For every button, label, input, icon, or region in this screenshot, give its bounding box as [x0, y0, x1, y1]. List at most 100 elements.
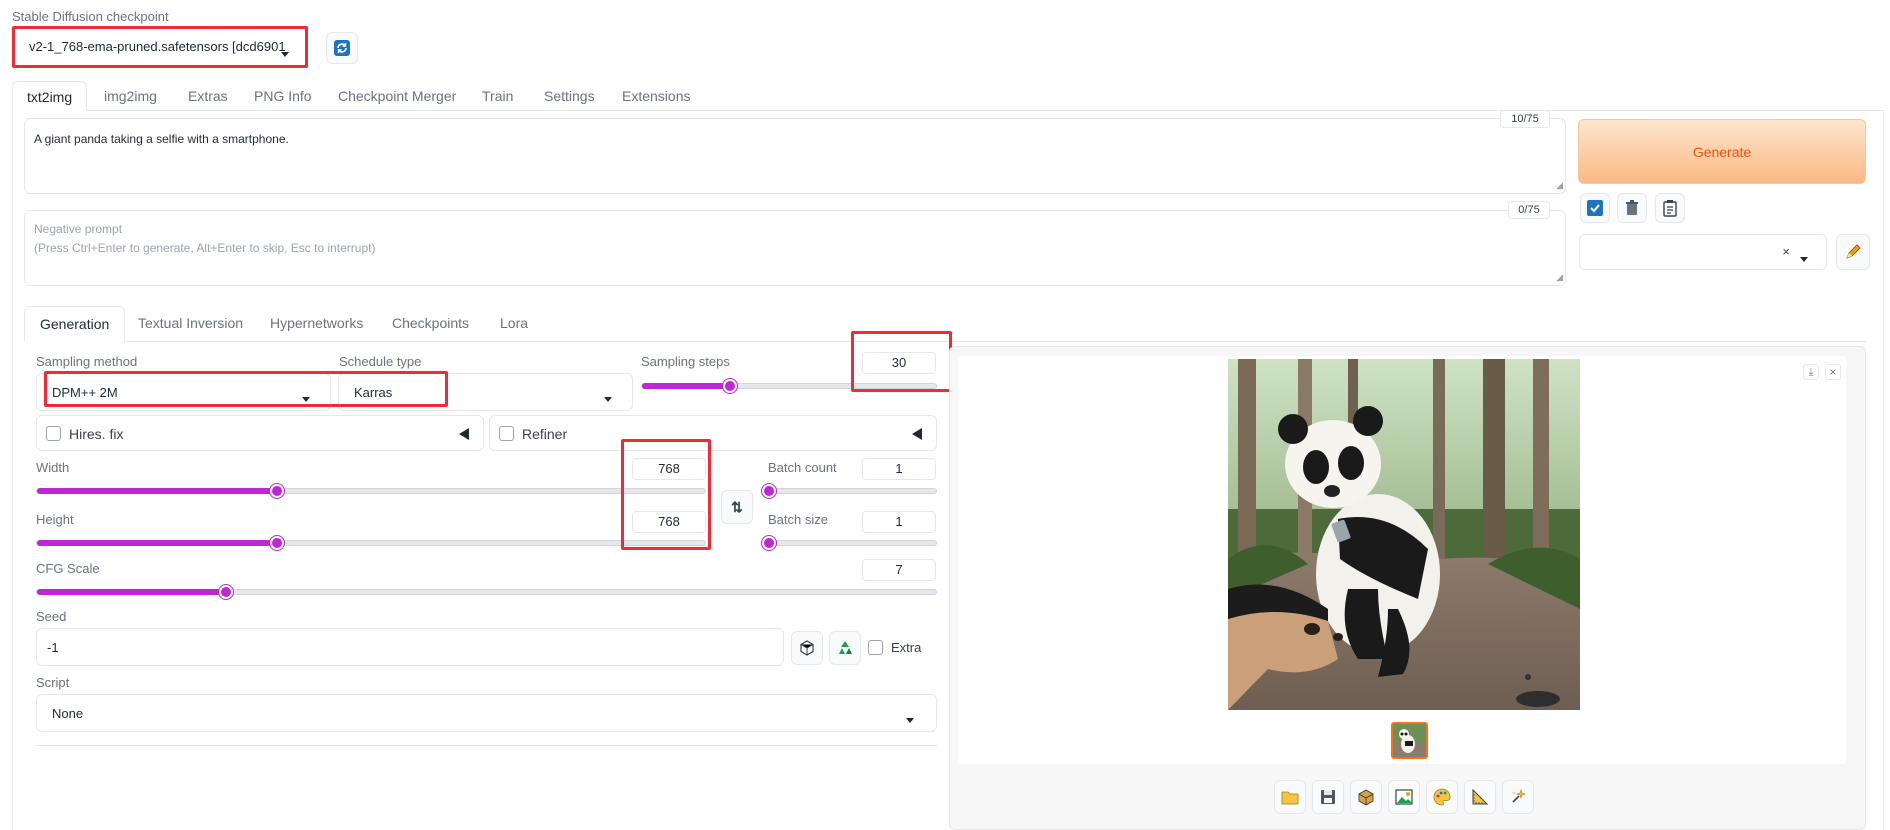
width-slider[interactable] [36, 484, 706, 498]
swap-dimensions-button[interactable]: ⇅ [721, 490, 753, 524]
generated-image[interactable] [1228, 359, 1580, 710]
tab-extensions[interactable]: Extensions [608, 81, 704, 111]
close-output-button[interactable]: × [1825, 364, 1841, 380]
download-button[interactable]: ⤓ [1803, 364, 1819, 380]
tab-train[interactable]: Train [468, 81, 527, 111]
open-folder-button[interactable] [1274, 780, 1306, 814]
checkpoint-dropdown[interactable]: v2-1_768-ema-pruned.safetensors [dcd6901 [16, 30, 304, 64]
paste-button[interactable] [1655, 193, 1685, 223]
batch-count-slider[interactable] [762, 484, 937, 498]
height-label: Height [36, 512, 74, 527]
refiner-checkbox[interactable] [499, 426, 514, 441]
negative-prompt-hint: (Press Ctrl+Enter to generate, Alt+Enter… [34, 241, 376, 255]
tab-checkpoint-merger[interactable]: Checkpoint Merger [324, 81, 470, 111]
script-label: Script [36, 675, 70, 690]
tab-png-info[interactable]: PNG Info [240, 81, 326, 111]
slider-fill [37, 488, 278, 494]
styles-dropdown[interactable]: × [1579, 234, 1827, 270]
save-button[interactable] [1312, 780, 1344, 814]
chevron-down-icon [604, 390, 612, 405]
gallery-thumbnail[interactable] [1391, 722, 1428, 759]
seed-input[interactable]: -1 [36, 628, 784, 666]
resize-handle-icon: ◢ [1556, 180, 1563, 190]
refresh-checkpoint-button[interactable] [326, 32, 358, 64]
collapse-arrow-icon[interactable] [459, 428, 469, 443]
tab-extras[interactable]: Extras [174, 81, 242, 111]
apply-styles-button[interactable] [1580, 193, 1610, 223]
batch-size-slider[interactable] [762, 536, 937, 550]
clear-icon[interactable]: × [1782, 244, 1790, 259]
checkpoint-value: v2-1_768-ema-pruned.safetensors [dcd6901 [29, 39, 286, 54]
send-to-inpaint-button[interactable] [1426, 780, 1458, 814]
width-input[interactable]: 768 [632, 458, 706, 480]
hires-fix-checkbox[interactable] [46, 426, 61, 441]
sampling-steps-input[interactable]: 30 [862, 352, 936, 374]
script-dropdown[interactable]: None [36, 694, 937, 732]
random-seed-button[interactable] [791, 631, 823, 665]
sampling-steps-slider[interactable] [641, 379, 937, 393]
folder-icon [1281, 791, 1299, 805]
cfg-scale-input[interactable]: 7 [862, 559, 936, 581]
height-slider[interactable] [36, 536, 706, 550]
tab-img2img[interactable]: img2img [90, 81, 171, 111]
tab-textual-inversion[interactable]: Textual Inversion [124, 306, 257, 342]
extra-checkbox[interactable] [868, 640, 883, 655]
refiner-accordion[interactable]: Refiner [489, 415, 937, 451]
batch-count-input[interactable]: 1 [862, 458, 936, 480]
cfg-scale-slider[interactable] [36, 585, 937, 599]
chevron-down-icon [1800, 250, 1808, 265]
script-value: None [52, 706, 84, 721]
generate-button[interactable]: Generate [1578, 119, 1866, 184]
cfg-scale-label: CFG Scale [36, 561, 100, 576]
tab-checkpoints[interactable]: Checkpoints [378, 306, 483, 342]
slider-fill [642, 383, 731, 389]
slider-thumb[interactable] [762, 484, 776, 498]
clear-prompt-button[interactable] [1617, 193, 1647, 223]
tab-lora[interactable]: Lora [486, 306, 542, 342]
sampling-steps-label: Sampling steps [641, 354, 730, 369]
schedule-type-value: Karras [354, 385, 393, 400]
tab-txt2img[interactable]: txt2img [12, 81, 88, 111]
seed-label: Seed [36, 609, 67, 624]
width-label: Width [36, 460, 70, 475]
sparkle-icon [1512, 789, 1526, 803]
refiner-label: Refiner [522, 426, 568, 442]
schedule-type-dropdown[interactable]: Karras [338, 373, 633, 411]
batch-size-input[interactable]: 1 [862, 511, 936, 533]
sparkle-button[interactable] [1502, 780, 1534, 814]
hires-fix-accordion[interactable]: Hires. fix [36, 415, 484, 451]
tab-settings[interactable]: Settings [530, 81, 609, 111]
palette-icon [1433, 788, 1451, 806]
tab-generation[interactable]: Generation [24, 306, 126, 342]
recycle-icon [839, 641, 852, 654]
negative-prompt-placeholder: Negative prompt [34, 222, 123, 236]
tab-hypernetworks[interactable]: Hypernetworks [256, 306, 377, 342]
edit-styles-button[interactable] [1836, 234, 1870, 270]
zip-button[interactable] [1350, 780, 1382, 814]
image-icon [1395, 789, 1413, 805]
close-icon: × [1829, 365, 1837, 379]
reuse-seed-button[interactable] [829, 631, 861, 665]
slider-fill [37, 540, 278, 546]
ruler-icon [1472, 788, 1489, 805]
send-to-extras-button[interactable] [1464, 780, 1496, 814]
download-icon: ⤓ [1808, 366, 1814, 378]
trash-icon [1626, 200, 1638, 215]
collapse-arrow-icon[interactable] [912, 428, 922, 443]
height-input[interactable]: 768 [632, 511, 706, 533]
prompt-textarea[interactable]: A giant panda taking a selfie with a sma… [24, 118, 1566, 194]
extra-label: Extra [891, 640, 922, 655]
sampling-method-dropdown[interactable]: DPM++ 2M [36, 373, 331, 411]
slider-thumb[interactable] [218, 585, 233, 599]
slider-thumb[interactable] [762, 536, 776, 550]
slider-fill [37, 589, 226, 595]
dice-icon [800, 640, 814, 656]
sampling-method-label: Sampling method [36, 354, 138, 369]
send-to-img2img-button[interactable] [1388, 780, 1420, 814]
generate-label: Generate [1692, 144, 1752, 160]
negative-prompt-textarea[interactable]: Negative prompt (Press Ctrl+Enter to gen… [24, 210, 1566, 286]
refresh-icon [334, 40, 350, 56]
checkpoint-label: Stable Diffusion checkpoint [12, 9, 169, 24]
seed-value: -1 [47, 640, 59, 655]
sampling-method-value: DPM++ 2M [52, 385, 118, 400]
